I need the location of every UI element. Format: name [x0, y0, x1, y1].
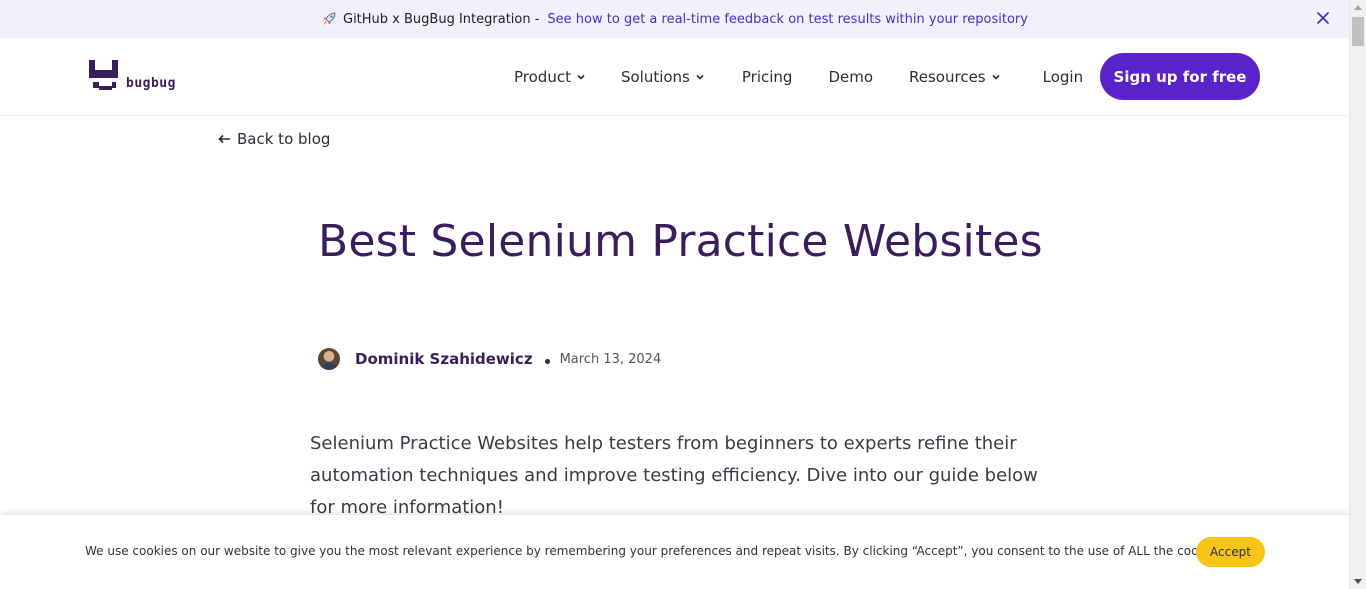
signup-button[interactable]: Sign up for free	[1100, 53, 1260, 100]
logo-mark-icon	[89, 60, 118, 90]
chevron-down-icon	[696, 74, 704, 80]
back-to-blog-label: Back to blog	[237, 130, 331, 148]
login-link[interactable]: Login	[1043, 68, 1083, 86]
avatar	[318, 348, 340, 370]
chevron-down-icon	[577, 74, 585, 80]
publish-date: March 13, 2024	[559, 351, 662, 367]
scrollbar[interactable]	[1349, 0, 1366, 589]
separator-dot	[544, 358, 550, 364]
arrow-left-icon	[218, 134, 230, 144]
scroll-up-arrow-icon[interactable]	[1354, 5, 1362, 10]
scrollbar-thumb[interactable]	[1352, 17, 1364, 46]
page-title: Best Selenium Practice Websites	[318, 216, 1043, 267]
rocket-icon	[321, 11, 337, 27]
nav-item-label: Solutions	[620, 67, 690, 86]
close-icon[interactable]	[1315, 10, 1331, 26]
nav-item-label: Product	[514, 67, 571, 86]
logo[interactable]: bugbug	[89, 60, 176, 92]
nav-item-label: Pricing	[741, 67, 793, 86]
page: GitHub x BugBug Integration - See how to…	[0, 0, 1349, 589]
chevron-down-icon	[992, 74, 1000, 80]
nav-item-product[interactable]: Product	[514, 68, 586, 86]
cookie-banner: We use cookies on our website to give yo…	[0, 515, 1349, 589]
site-header: bugbug Product Solutions Pricing Demo Re…	[0, 38, 1349, 116]
cookie-text: We use cookies on our website to give yo…	[85, 544, 1227, 558]
back-to-blog-link[interactable]: Back to blog	[218, 130, 330, 148]
main-nav: Product Solutions Pricing Demo Resources…	[514, 38, 1083, 115]
nav-item-resources[interactable]: Resources	[909, 68, 1001, 86]
nav-item-pricing[interactable]: Pricing	[742, 68, 793, 86]
author-name[interactable]: Dominik Szahidewicz	[355, 350, 533, 368]
nav-item-label: Demo	[828, 67, 874, 86]
article-intro: Selenium Practice Websites help testers …	[310, 433, 1038, 518]
accept-cookies-button[interactable]: Accept	[1196, 537, 1265, 567]
nav-item-demo[interactable]: Demo	[828, 68, 873, 86]
scroll-down-arrow-icon[interactable]	[1354, 579, 1362, 584]
announcement-lead: GitHub x BugBug Integration -	[343, 11, 540, 27]
announcement-link[interactable]: See how to get a real-time feedback on t…	[547, 12, 1028, 27]
logo-text: bugbug	[126, 76, 176, 91]
announcement-bar: GitHub x BugBug Integration - See how to…	[0, 0, 1349, 38]
nav-item-label: Resources	[909, 67, 986, 86]
article-meta: Dominik Szahidewicz March 13, 2024	[318, 348, 661, 370]
nav-item-solutions[interactable]: Solutions	[621, 68, 705, 86]
